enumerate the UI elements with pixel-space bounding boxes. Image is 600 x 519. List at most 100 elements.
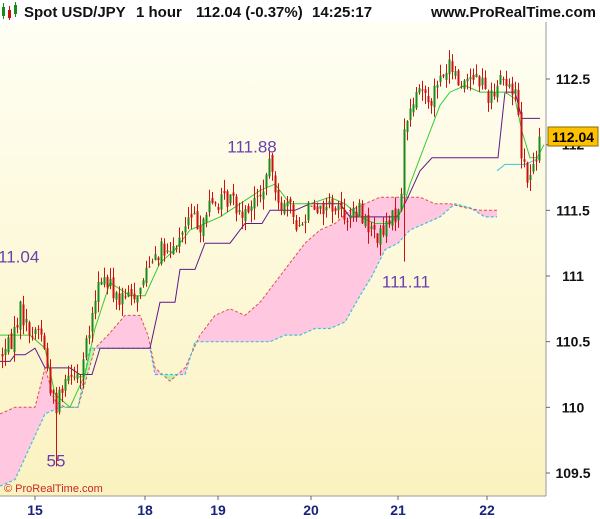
candle-body [502,78,505,80]
candle-body [91,312,94,332]
candle-body [433,85,436,108]
candle-body [403,129,406,196]
candle-body [271,155,274,172]
candle-body [469,77,472,80]
candle-body [109,278,112,287]
candle-body [463,80,466,89]
candle-body [358,202,361,217]
candle-body [472,74,475,80]
candle-body [385,221,388,237]
candle-body [247,206,250,213]
time-label: 14:25:17 [312,4,372,21]
candle-body [487,91,490,103]
candle-body [82,359,85,378]
candle-body [64,379,67,391]
candle-body [532,163,535,172]
candle-body [25,318,28,323]
candle-body [229,194,232,204]
candle-body [286,202,289,207]
candle-body [325,206,328,211]
candle-body [490,90,493,104]
candle-body [16,325,19,328]
candle-body [334,208,337,211]
candle-body [523,159,526,162]
candle-body [337,205,340,211]
candle-body [496,85,499,98]
candle-body [352,207,355,217]
candle-body [118,293,121,305]
price-annotation: 111.88 [227,137,276,156]
candle-body [61,388,64,393]
price-change-label: 112.04 (-0.37%) [196,4,303,21]
candle-body [241,211,244,218]
candle-body [238,210,241,212]
candle-body [394,208,397,223]
candle-body [112,277,115,299]
candle-body [322,203,325,215]
time-tick-label: 19 [210,502,226,518]
candle-body [430,100,433,106]
candle-body [169,250,172,253]
candle-body [475,73,478,78]
candle-body [40,328,43,335]
candle-body [328,201,331,205]
site-label: www.ProRealTime.com [430,4,596,21]
candle-body [49,368,52,394]
candle-body [67,375,70,381]
candle-body [361,203,364,224]
candle-body [481,77,484,86]
candle-body [10,333,13,349]
candle-body [79,376,82,378]
candle-body [409,108,412,121]
candle-body [214,202,217,204]
candle-body [34,329,37,334]
candle-body [145,267,148,283]
candle-body [55,392,58,414]
candle-body [295,220,298,230]
candle-body [298,225,301,227]
candle-body [517,89,520,115]
candle-body [52,396,55,398]
price-tick-label: 111.5 [556,202,590,218]
candle-body [1,354,4,357]
candle-body [103,277,106,285]
candle-body [313,205,316,210]
price-tick-label: 110.5 [556,334,590,350]
price-tick-label: 109.5 [555,465,590,481]
candle-body [484,77,487,89]
candle-body [172,246,175,255]
candle-body [382,225,385,235]
watermark: © ProRealTime.com [4,483,103,495]
candle-body [511,83,514,95]
candle-body [181,232,184,235]
candle-body [373,224,376,230]
candle-body [148,266,151,268]
candle-body [466,78,469,82]
candle-body [478,76,481,87]
candle-body [220,194,223,210]
candle-body [256,195,259,197]
candle-body [274,175,277,193]
candle-body [376,233,379,243]
candle-body [538,136,541,161]
candle-body [115,292,118,300]
candle-body [205,214,208,223]
candle-body [370,226,373,229]
candle-body [391,210,394,226]
candle-body [94,300,97,314]
candle-body [250,206,253,211]
price-axis-panel [546,22,600,496]
candle-body [28,322,31,336]
instrument-title: Spot USD/JPY [24,4,126,21]
candle-body [277,190,280,203]
candle-body [508,84,511,87]
candle-body [178,237,181,247]
candle-body [142,280,145,286]
candle-body [157,257,160,261]
candle-body [259,194,262,197]
candle-body [163,243,166,256]
candle-body [505,79,508,86]
candle-body [97,282,100,302]
candle-body [280,202,283,211]
candle-body [526,162,529,183]
